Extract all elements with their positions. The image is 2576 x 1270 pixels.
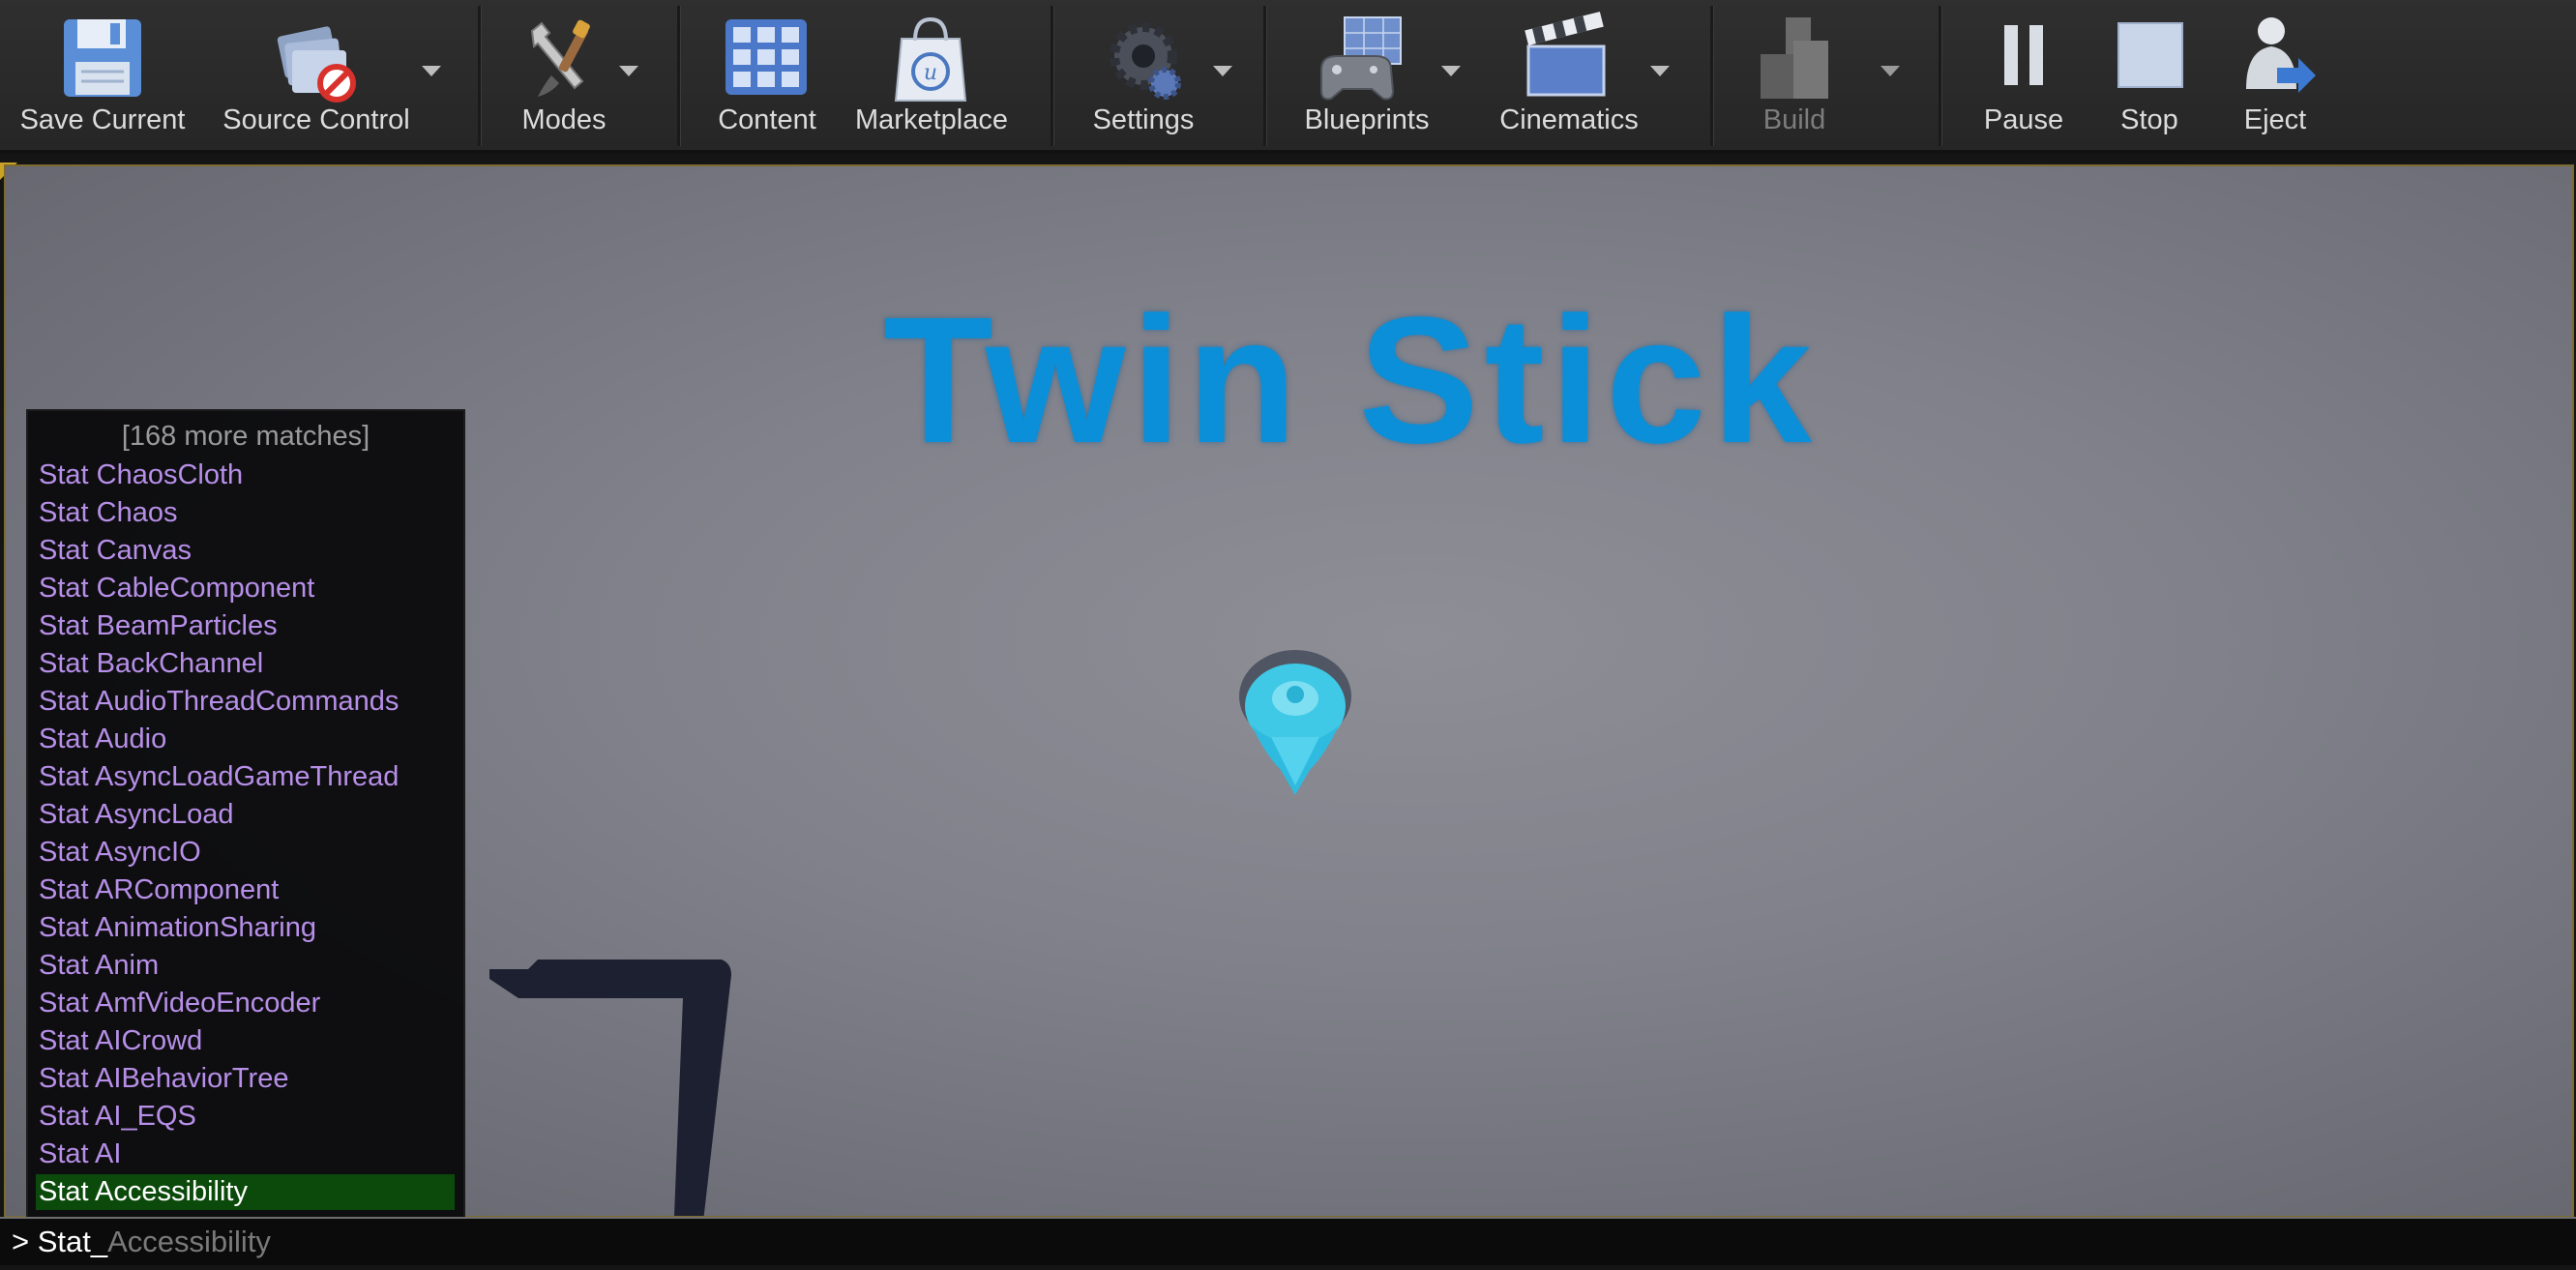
console-input[interactable]: > Stat_Accessibility [0, 1217, 2576, 1265]
content-button[interactable]: Content [695, 0, 840, 150]
content-label: Content [718, 104, 816, 135]
blueprints-label: Blueprints [1304, 104, 1430, 135]
pause-icon [2004, 25, 2043, 85]
settings-label: Settings [1092, 104, 1195, 135]
more-matches-label: [168 more matches] [121, 421, 370, 452]
stop-button[interactable]: Stop [2099, 0, 2200, 150]
autocomplete-item[interactable]: Stat AsyncIO [36, 835, 455, 871]
eject-icon [2246, 17, 2316, 93]
autocomplete-item[interactable]: Stat CableComponent [36, 571, 455, 606]
autocomplete-item[interactable]: Stat AIBehaviorTree [36, 1061, 455, 1097]
build-button[interactable]: Build [1728, 0, 1911, 150]
build-label: Build [1762, 104, 1826, 135]
autocomplete-item[interactable]: Stat AI_EQS [36, 1099, 455, 1135]
player-ship [1239, 650, 1351, 795]
save-current-button[interactable]: Save Current [0, 0, 205, 150]
source-control-button[interactable]: Source Control [211, 0, 460, 150]
game-title: Twin Stick [882, 281, 1819, 481]
autocomplete-item[interactable]: Stat Audio [36, 722, 455, 757]
toolbar-separator [1263, 6, 1267, 146]
build-dropdown-icon[interactable] [1880, 66, 1900, 76]
source-control-icon [277, 26, 356, 103]
save-current-label: Save Current [19, 104, 186, 135]
marketplace-button[interactable]: u Marketplace [840, 0, 1023, 150]
settings-button[interactable]: Settings [1068, 0, 1261, 150]
autocomplete-item[interactable]: Stat Anim [36, 948, 455, 984]
autocomplete-item[interactable]: Stat AmfVideoEncoder [36, 986, 455, 1021]
main-toolbar: Save Current Source Control Modes Conten… [0, 0, 2576, 154]
settings-dropdown-icon[interactable] [1213, 66, 1232, 76]
autocomplete-item[interactable]: Stat AsyncLoad [36, 797, 455, 833]
stop-icon [2117, 22, 2183, 88]
wall-obstacle [489, 960, 731, 1216]
autocomplete-item[interactable]: Stat BeamParticles [36, 608, 455, 644]
floppy-disk-icon [64, 19, 141, 97]
autocomplete-item[interactable]: Stat AudioThreadCommands [36, 684, 455, 720]
pause-button[interactable]: Pause [1973, 0, 2074, 150]
cinematics-label: Cinematics [1499, 104, 1639, 135]
toolbar-separator [1939, 6, 1942, 146]
autocomplete-item-selected[interactable]: Stat Accessibility [36, 1174, 455, 1210]
eject-button[interactable]: Eject [2225, 0, 2325, 150]
autocomplete-item[interactable]: Stat ARComponent [36, 872, 455, 908]
gears-icon [1110, 22, 1181, 100]
autocomplete-item[interactable]: Stat AnimationSharing [36, 910, 455, 946]
source-control-label: Source Control [222, 104, 410, 135]
pause-label: Pause [1983, 104, 2064, 135]
content-grid-icon [725, 19, 807, 95]
stop-label: Stop [2120, 104, 2178, 135]
toolbar-separator [1710, 6, 1714, 146]
console-autocomplete-list: [168 more matches] Stat ChaosCloth Stat … [26, 409, 465, 1223]
marketplace-label: Marketplace [855, 104, 1008, 135]
modes-dropdown-icon[interactable] [619, 66, 638, 76]
blueprints-button[interactable]: Blueprints [1287, 0, 1480, 150]
autocomplete-item[interactable]: Stat AI [36, 1137, 455, 1172]
modes-label: Modes [521, 104, 607, 135]
autocomplete-item[interactable]: Stat Chaos [36, 495, 455, 531]
svg-text:u: u [924, 61, 937, 85]
toolbar-separator [1051, 6, 1054, 146]
build-blocks-icon [1761, 17, 1828, 99]
source-control-dropdown-icon[interactable] [422, 66, 441, 76]
cinematics-button[interactable]: Cinematics [1484, 0, 1687, 150]
autocomplete-item[interactable]: Stat AsyncLoadGameThread [36, 759, 455, 795]
gamepad-icon [1320, 16, 1402, 101]
cinematics-dropdown-icon[interactable] [1650, 66, 1670, 76]
console-prompt: > [12, 1225, 38, 1258]
blueprints-dropdown-icon[interactable] [1441, 66, 1461, 76]
console-autocomplete-hint: Accessibility [107, 1225, 271, 1258]
autocomplete-item[interactable]: Stat BackChannel [36, 646, 455, 682]
eject-label: Eject [2243, 104, 2307, 135]
shopping-bag-icon: u [894, 16, 967, 102]
autocomplete-item[interactable]: Stat ChaosCloth [36, 458, 455, 493]
toolbar-separator [677, 6, 681, 146]
toolbar-separator [478, 6, 482, 146]
wrench-brush-icon [530, 19, 590, 97]
console-typed-text[interactable]: Stat_ [38, 1225, 107, 1258]
autocomplete-item[interactable]: Stat AICrowd [36, 1023, 455, 1059]
autocomplete-item[interactable]: Stat Canvas [36, 533, 455, 569]
clapperboard-icon [1525, 12, 1606, 97]
modes-button[interactable]: Modes [495, 0, 669, 150]
